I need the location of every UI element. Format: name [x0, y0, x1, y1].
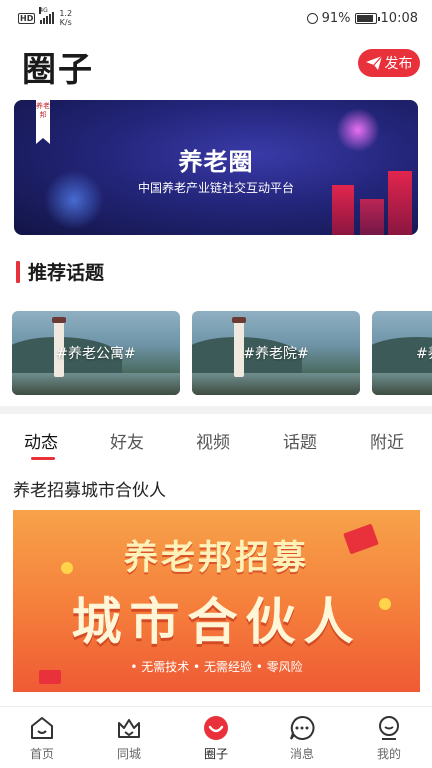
nav-local[interactable]: 同城	[99, 715, 159, 762]
speed-value: 1.2	[59, 9, 73, 18]
card-water	[12, 373, 180, 395]
nav-local-label: 同城	[116, 747, 141, 761]
card-water	[372, 373, 432, 395]
battery-percent: 91%	[321, 10, 351, 26]
signal-icon: 4G	[39, 7, 55, 24]
poster-title: 城市合伙人	[71, 593, 362, 651]
topic-label: #养	[416, 346, 432, 362]
alarm-icon	[306, 12, 318, 24]
signal-bar	[46, 16, 49, 24]
tab-indicator	[31, 457, 55, 460]
clock: 10:08	[380, 10, 418, 26]
nav-home[interactable]: 首页	[12, 715, 72, 762]
banner-decor-bar	[360, 199, 384, 235]
hd-badge: HD	[18, 12, 36, 24]
banner-subtitle: 中国养老产业链社交互动平台	[137, 181, 294, 195]
nav-messages-label: 消息	[289, 747, 314, 761]
signal-bar	[52, 12, 55, 24]
nav-profile-label: 我的	[376, 747, 401, 761]
tab-nearby[interactable]: 附近	[370, 428, 404, 453]
tab-friends[interactable]: 好友	[110, 428, 144, 453]
feed-tabs: 动态 好友 视频 话题 附近	[0, 414, 432, 464]
signal-label: 4G	[39, 7, 48, 14]
topic-label: #养老公寓#	[56, 346, 136, 362]
status-left: HD 4G 1.2 K/s	[18, 7, 72, 27]
banner[interactable]: 养老邦 养老圈 中国养老产业链社交互动平台	[14, 100, 418, 235]
circle-icon	[204, 716, 228, 740]
topic-list: #养老公寓# #养老院# #养	[12, 311, 432, 396]
card-water	[192, 373, 360, 395]
section-accent	[16, 260, 20, 283]
publish-button[interactable]: 发布	[358, 49, 420, 77]
signal-bar	[49, 14, 52, 24]
section-title: 推荐话题	[16, 258, 104, 285]
speed-unit: K/s	[59, 18, 72, 27]
topic-card[interactable]: #养老公寓#	[12, 311, 180, 395]
section-title-label: 推荐话题	[28, 262, 105, 284]
nav-home-label: 首页	[29, 747, 54, 761]
send-icon	[365, 56, 382, 70]
topic-card[interactable]: #养老院#	[192, 311, 360, 395]
post-title[interactable]: 养老招募城市合伙人	[13, 476, 166, 501]
nav-circle[interactable]: 圈子	[186, 715, 246, 762]
signal-bar	[43, 18, 46, 24]
nav-profile[interactable]: 我的	[359, 715, 419, 762]
network-speed: 1.2 K/s	[59, 9, 72, 27]
profile-icon	[379, 716, 399, 740]
tab-topics[interactable]: 话题	[283, 428, 317, 453]
divider	[0, 406, 432, 414]
signal-bar	[40, 20, 43, 24]
home-icon	[31, 717, 53, 739]
bottom-nav: 首页 同城 圈子 消息 我的	[0, 706, 432, 768]
publish-label: 发布	[384, 56, 413, 72]
tab-dynamic[interactable]: 动态	[24, 428, 58, 453]
nav-circle-label: 圈子	[203, 747, 228, 761]
topic-label: #养老院#	[243, 346, 309, 362]
post-image[interactable]: 养老邦招募 城市合伙人 • 无需技术 • 无需经验 • 零风险	[13, 510, 420, 692]
crown-icon	[118, 719, 140, 738]
tab-video[interactable]: 视频	[196, 428, 230, 453]
status-bar: HD 4G 1.2 K/s 91% 10:08	[0, 0, 432, 36]
status-right: 91% 10:08	[306, 10, 418, 26]
battery-icon	[354, 12, 380, 24]
banner-ribbon: 养老邦	[36, 100, 50, 144]
poster-bullets: • 无需技术 • 无需经验 • 零风险	[130, 660, 303, 674]
poster-headline: 养老邦招募	[124, 538, 309, 578]
message-icon	[290, 715, 315, 740]
banner-title: 养老圈	[178, 148, 254, 176]
page-title: 圈子	[22, 50, 94, 90]
nav-messages[interactable]: 消息	[272, 715, 332, 762]
topic-card[interactable]: #养	[372, 311, 432, 395]
